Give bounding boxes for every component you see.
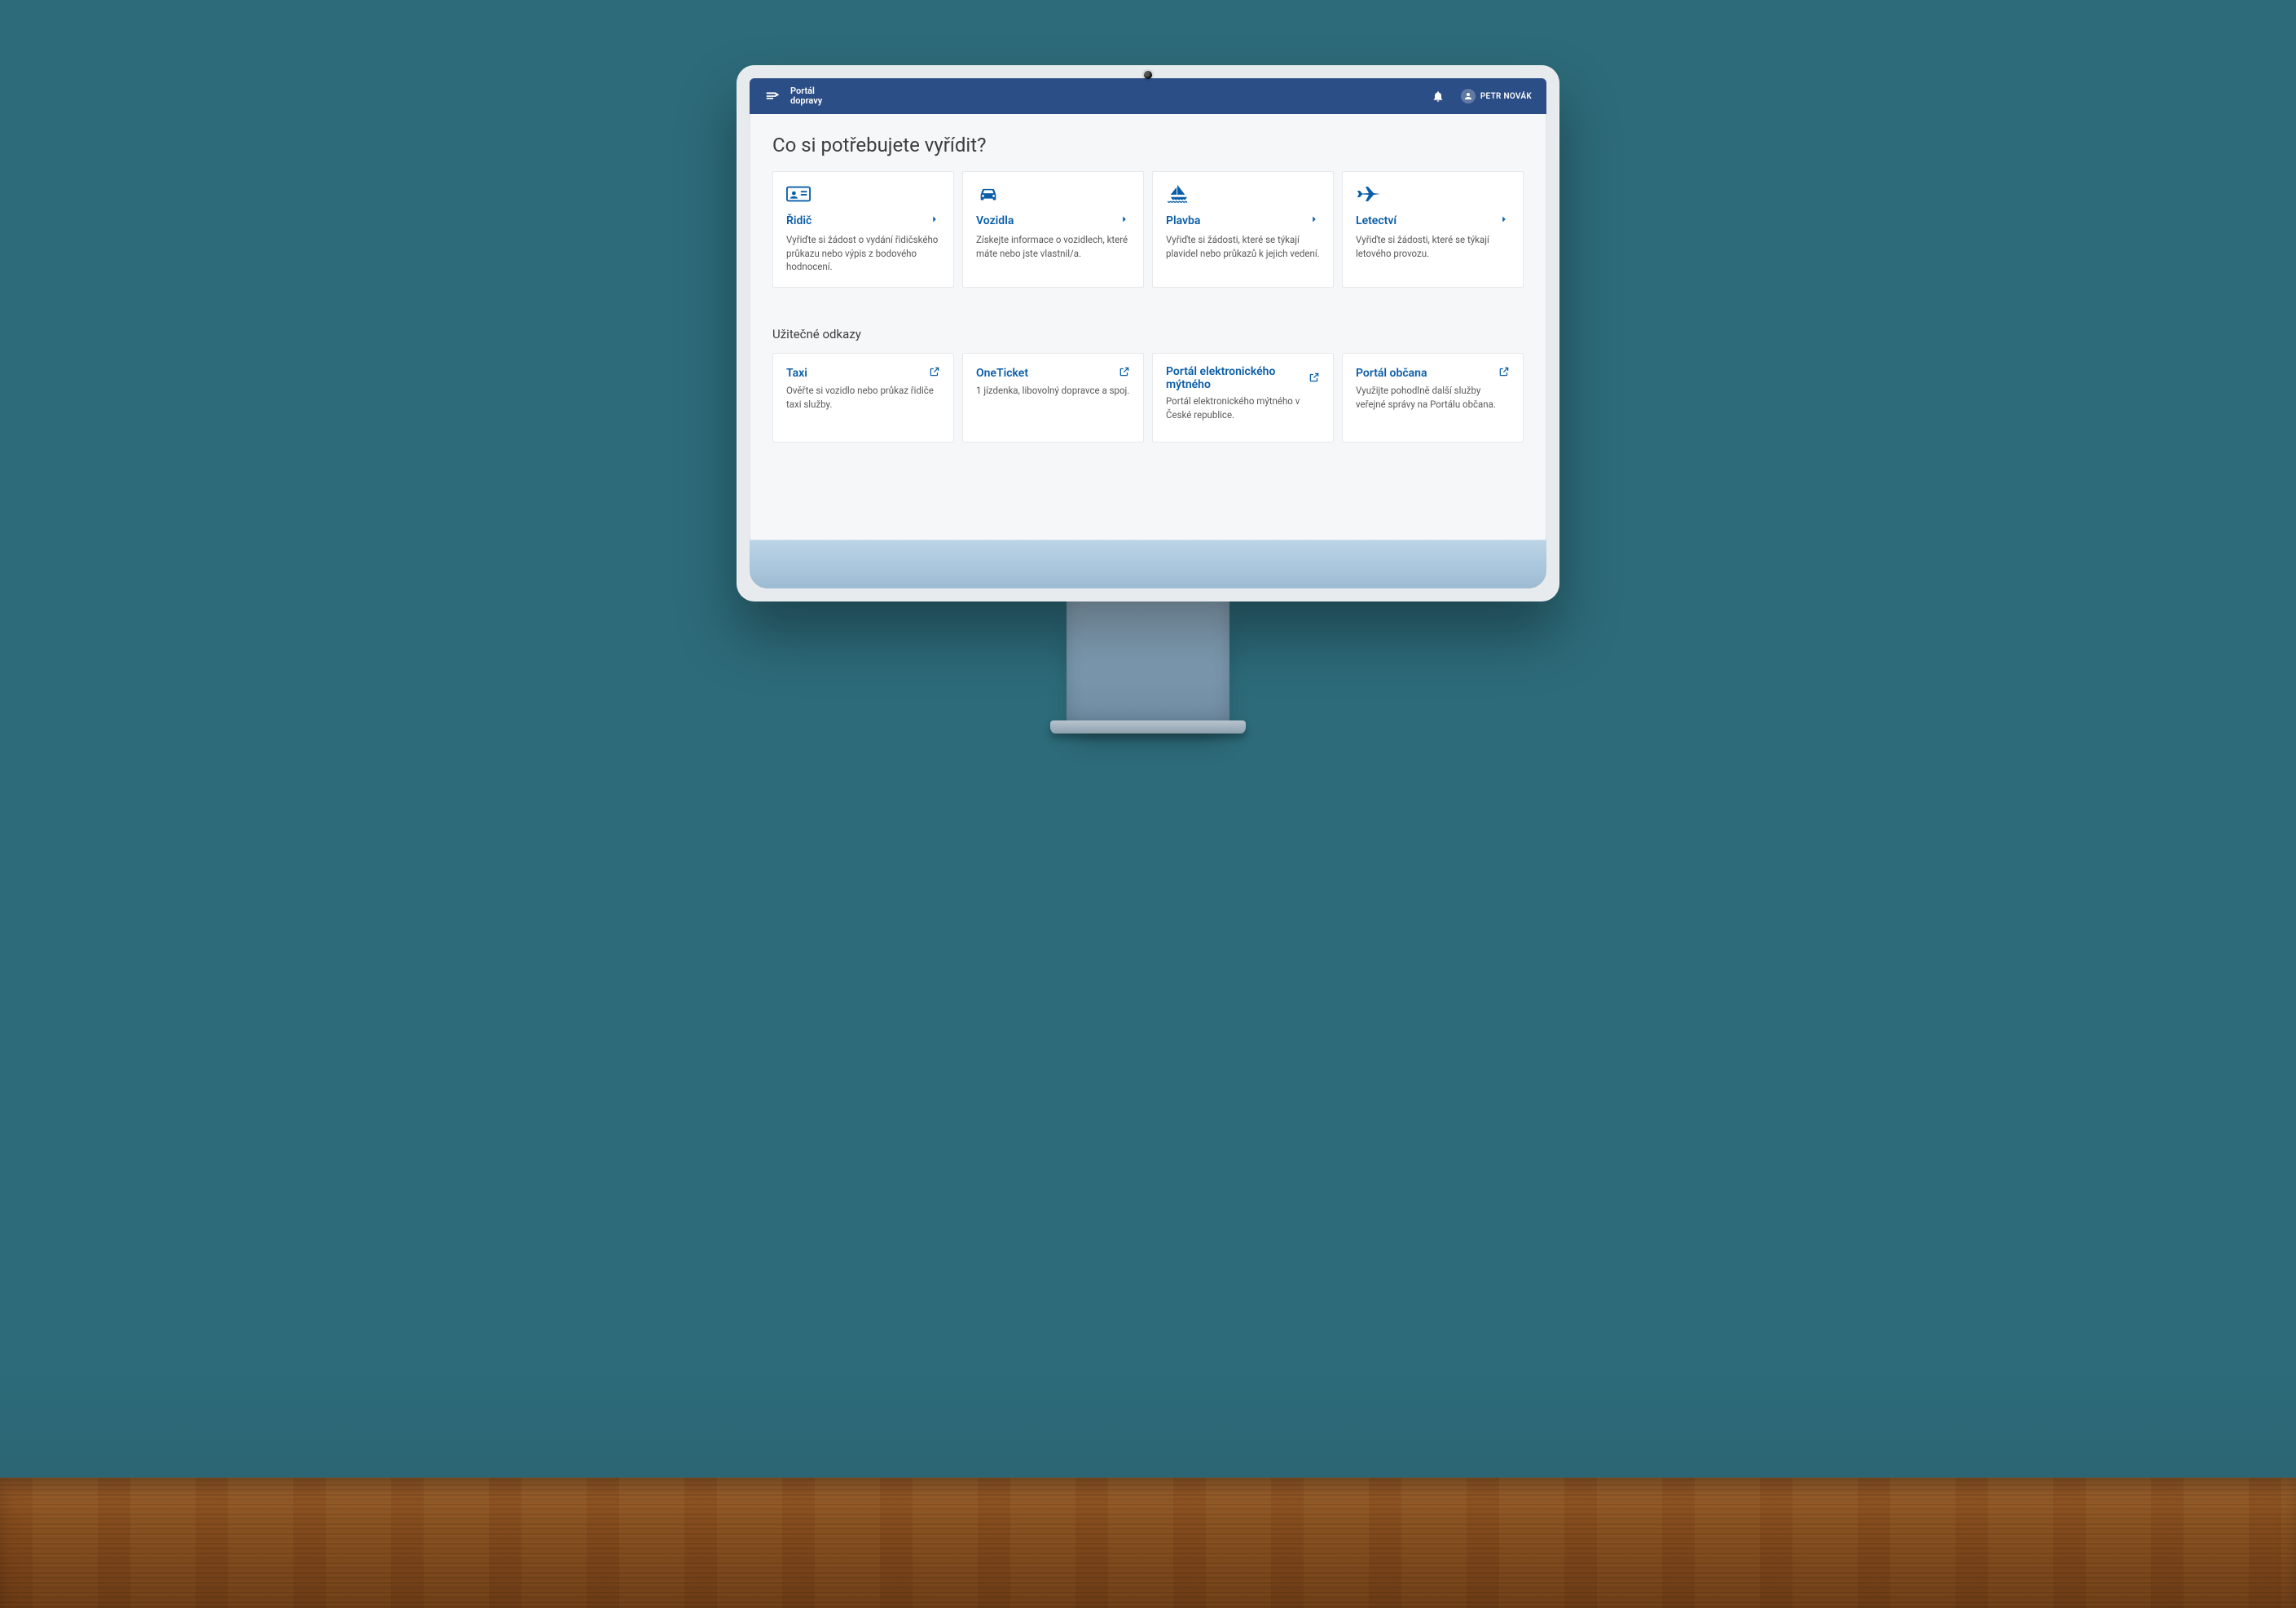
- chevron-right-icon: [1309, 213, 1320, 228]
- card-description: Vyřiďte si žádosti, které se týkají leto…: [1356, 233, 1510, 260]
- chevron-right-icon: [1498, 213, 1510, 228]
- service-card-vozidla[interactable]: Vozidla Získejte informace o vozidlech, …: [962, 171, 1144, 288]
- person-icon: [1463, 91, 1473, 101]
- page-title: Co si potřebujete vyřídit?: [772, 134, 1524, 156]
- monitor-frame: Portál dopravy PETR NOVÁK Co si potřebuj…: [737, 65, 1559, 734]
- link-card-mytne[interactable]: Portál elektronického mýtného Portál ele…: [1152, 353, 1334, 443]
- useful-links-title: Užitečné odkazy: [772, 327, 1524, 341]
- app-header: Portál dopravy PETR NOVÁK: [750, 78, 1546, 114]
- link-description: Portál elektronického mýtného v České re…: [1166, 394, 1320, 421]
- link-card-oneticket[interactable]: OneTicket 1 jízdenka, libovolný dopravce…: [962, 353, 1144, 443]
- airplane-icon: [1356, 183, 1510, 205]
- external-link-icon: [1119, 365, 1130, 381]
- link-description: Využijte pohodlně další služby veřejné s…: [1356, 384, 1510, 411]
- id-card-icon: [786, 183, 940, 205]
- card-title: Letectví: [1356, 214, 1397, 227]
- logo-text: Portál dopravy: [790, 86, 822, 106]
- useful-links-grid: Taxi Ověřte si vozidlo nebo průkaz řidič…: [772, 353, 1524, 443]
- monitor-neck: [1067, 600, 1229, 722]
- avatar: [1461, 89, 1476, 104]
- monitor-chin: [750, 540, 1546, 588]
- card-title: Řidič: [786, 214, 812, 227]
- service-card-plavba[interactable]: Plavba Vyřiďte si žádosti, které se týka…: [1152, 171, 1334, 288]
- monitor-bezel: Portál dopravy PETR NOVÁK Co si potřebuj…: [737, 65, 1559, 601]
- logo-icon: [764, 87, 782, 105]
- chevron-right-icon: [1119, 213, 1130, 228]
- notifications-button[interactable]: [1428, 86, 1448, 106]
- card-title: Plavba: [1166, 214, 1200, 227]
- link-description: 1 jízdenka, libovolný dopravce a spoj.: [976, 384, 1130, 398]
- bell-icon: [1432, 90, 1445, 103]
- webcam: [1144, 71, 1152, 79]
- link-title: Portál elektronického mýtného: [1166, 365, 1309, 391]
- service-card-ridic[interactable]: Řidič Vyřiďte si žádost o vydání řidičsk…: [772, 171, 954, 288]
- car-icon: [976, 183, 1130, 205]
- link-card-taxi[interactable]: Taxi Ověřte si vozidlo nebo průkaz řidič…: [772, 353, 954, 443]
- card-description: Získejte informace o vozidlech, které má…: [976, 233, 1130, 260]
- main-content: Co si potřebujete vyřídit? Řidič: [750, 114, 1546, 543]
- card-description: Vyřiďte si žádost o vydání řidičského pr…: [786, 233, 940, 274]
- card-title: Vozidla: [976, 214, 1014, 227]
- desk-surface: [0, 1478, 2296, 1608]
- monitor-foot: [1050, 720, 1246, 734]
- user-menu[interactable]: PETR NOVÁK: [1461, 89, 1532, 104]
- logo-line-2: dopravy: [790, 96, 822, 106]
- service-card-letectvi[interactable]: Letectví Vyřiďte si žádosti, které se tý…: [1342, 171, 1524, 288]
- link-title: OneTicket: [976, 367, 1028, 380]
- chevron-right-icon: [929, 213, 940, 228]
- link-card-portal-obcana[interactable]: Portál občana Využijte pohodlně další sl…: [1342, 353, 1524, 443]
- external-link-icon: [1498, 365, 1510, 381]
- service-card-grid: Řidič Vyřiďte si žádost o vydání řidičsk…: [772, 171, 1524, 288]
- link-description: Ověřte si vozidlo nebo průkaz řidiče tax…: [786, 384, 940, 411]
- external-link-icon: [929, 365, 940, 381]
- screen: Portál dopravy PETR NOVÁK Co si potřebuj…: [750, 78, 1546, 543]
- link-title: Portál občana: [1356, 367, 1427, 380]
- user-name: PETR NOVÁK: [1480, 92, 1532, 101]
- external-link-icon: [1309, 371, 1320, 386]
- card-description: Vyřiďte si žádosti, které se týkají plav…: [1166, 233, 1320, 260]
- link-title: Taxi: [786, 367, 807, 380]
- sailboat-icon: [1166, 183, 1320, 205]
